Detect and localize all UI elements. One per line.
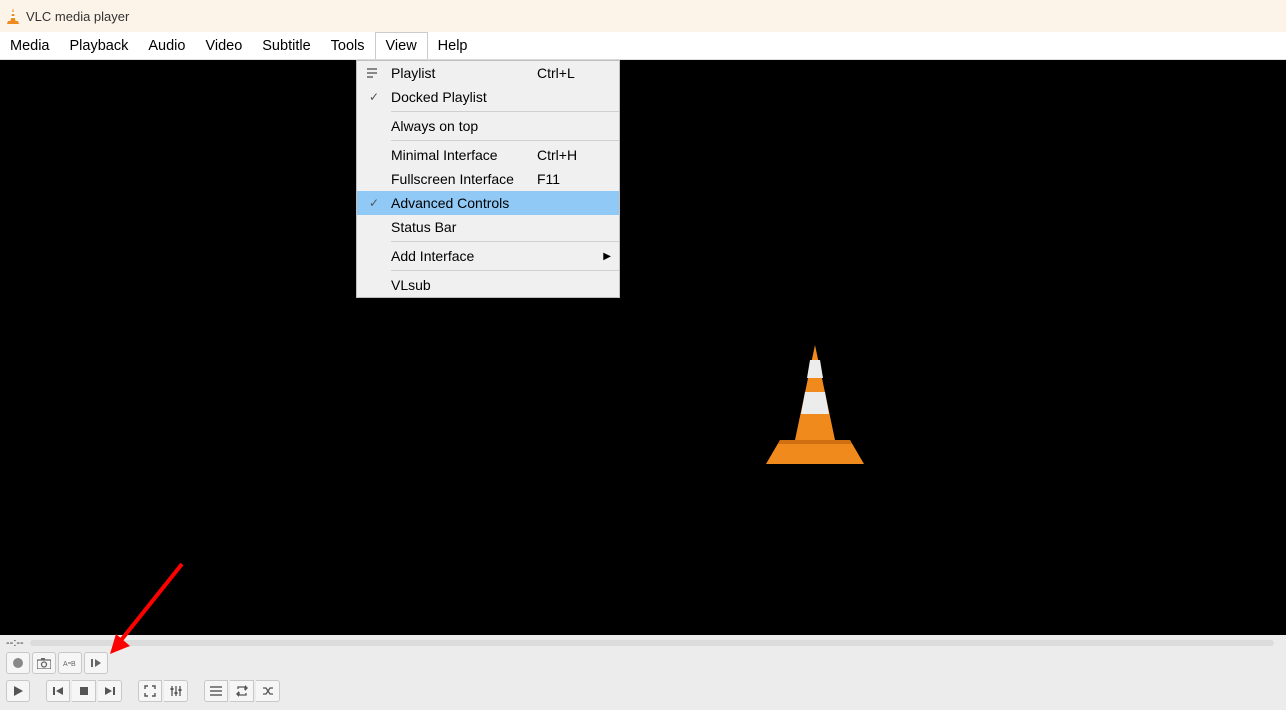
menu-item-add-interface[interactable]: Add Interface ▶ [357,244,619,268]
video-area [0,60,1286,635]
fullscreen-icon [144,685,156,697]
menu-subtitle[interactable]: Subtitle [252,32,320,59]
menu-item-vlsub[interactable]: VLsub [357,273,619,297]
stop-icon [79,686,89,696]
extended-settings-button[interactable] [164,680,188,702]
menu-item-shortcut: F11 [537,171,597,187]
title-bar: VLC media player [0,0,1286,32]
playlist-toggle-button[interactable] [204,680,228,702]
menu-item-status-bar[interactable]: Status Bar [357,215,619,239]
control-bar: --:-- AB [0,635,1286,710]
camera-icon [37,658,51,669]
repeat-icon [236,685,248,697]
loop-ab-button[interactable]: AB [58,652,82,674]
vlc-cone-icon [6,7,20,25]
menu-separator [391,140,619,141]
next-icon [104,685,116,697]
check-icon: ✓ [357,90,391,104]
next-button[interactable] [98,680,122,702]
window-title: VLC media player [26,9,129,24]
menu-view[interactable]: View [375,32,428,59]
menu-item-shortcut: Ctrl+H [537,147,597,163]
menu-playback[interactable]: Playback [60,32,139,59]
menu-item-docked-playlist[interactable]: ✓ Docked Playlist [357,85,619,109]
play-icon [12,685,24,697]
svg-text:A: A [63,661,68,668]
equalizer-icon [170,685,182,697]
menu-item-label: Playlist [391,65,537,81]
view-dropdown: Playlist Ctrl+L ✓ Docked Playlist Always… [356,60,620,298]
menu-item-fullscreen-interface[interactable]: Fullscreen Interface F11 [357,167,619,191]
menu-item-always-on-top[interactable]: Always on top [357,114,619,138]
svg-text:B: B [71,661,76,668]
repeat-button[interactable] [230,680,254,702]
advanced-controls-row: AB [0,649,1286,677]
submenu-arrow-icon: ▶ [597,251,611,262]
menu-separator [391,270,619,271]
menu-item-label: Minimal Interface [391,147,537,163]
main-controls-row [0,677,1286,705]
vlc-cone-logo [760,340,870,470]
menu-item-label: Status Bar [391,219,537,235]
menu-item-minimal-interface[interactable]: Minimal Interface Ctrl+H [357,143,619,167]
snapshot-button[interactable] [32,652,56,674]
shuffle-button[interactable] [256,680,280,702]
frame-step-button[interactable] [84,652,108,674]
play-button[interactable] [6,680,30,702]
menu-media[interactable]: Media [0,32,60,59]
menu-separator [391,241,619,242]
record-button[interactable] [6,652,30,674]
menu-item-label: Advanced Controls [391,195,537,211]
menu-item-label: Docked Playlist [391,89,537,105]
menu-item-playlist[interactable]: Playlist Ctrl+L [357,61,619,85]
menu-tools[interactable]: Tools [321,32,375,59]
loop-ab-icon: AB [63,657,77,669]
menu-item-advanced-controls[interactable]: ✓ Advanced Controls [357,191,619,215]
menu-item-label: Fullscreen Interface [391,171,537,187]
menu-item-label: Add Interface [391,248,537,264]
playlist-icon [357,67,391,79]
menu-help[interactable]: Help [428,32,478,59]
menu-video[interactable]: Video [195,32,252,59]
seek-bar[interactable] [30,640,1274,646]
menu-item-label: Always on top [391,118,537,134]
previous-button[interactable] [46,680,70,702]
fullscreen-button[interactable] [138,680,162,702]
record-icon [12,657,24,669]
check-icon: ✓ [357,196,391,210]
stop-button[interactable] [72,680,96,702]
time-elapsed: --:-- [6,637,24,649]
menu-audio[interactable]: Audio [138,32,195,59]
shuffle-icon [262,685,274,697]
menu-item-shortcut: Ctrl+L [537,65,597,81]
previous-icon [52,685,64,697]
frame-step-icon [90,657,102,669]
menu-bar: Media Playback Audio Video Subtitle Tool… [0,32,1286,60]
menu-item-label: VLsub [391,277,537,293]
menu-separator [391,111,619,112]
playlist-icon [210,686,222,696]
